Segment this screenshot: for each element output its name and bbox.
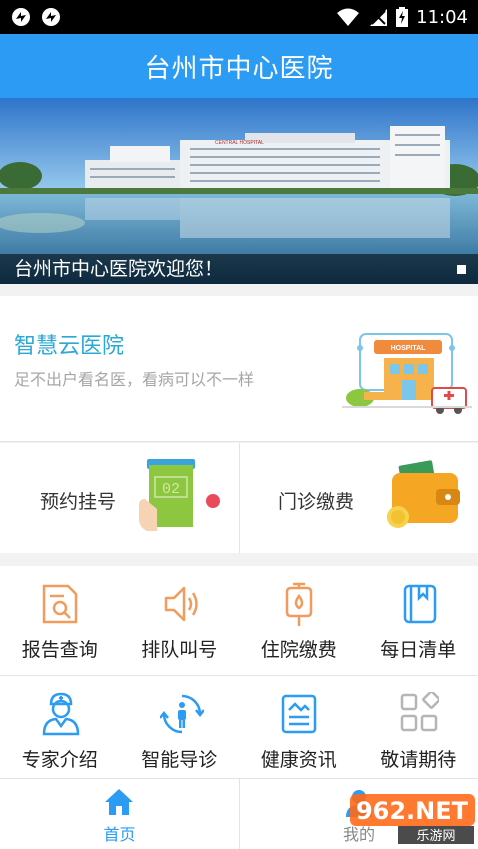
quick-actions: 预约挂号 02 门诊缴费	[0, 443, 478, 553]
service-label: 专家介绍	[21, 749, 98, 771]
status-time: 11:04	[416, 6, 468, 28]
sync-icon-2	[42, 8, 60, 26]
quick-action-payment[interactable]: 门诊缴费	[239, 443, 478, 553]
doctor-icon	[42, 692, 80, 736]
banner-caption: 台州市中心医院欢迎您！	[0, 254, 478, 284]
service-daily-list[interactable]: 每日清单	[359, 566, 478, 675]
speaker-icon	[164, 586, 198, 622]
registration-label: 预约挂号	[40, 491, 117, 513]
quick-action-registration[interactable]: 预约挂号 02	[0, 443, 239, 553]
service-grid: 报告查询 排队叫号 住院缴费 每日清单 专家介绍 智能导诊 健康资讯 敬请期待	[0, 566, 478, 786]
service-label: 排队叫号	[141, 639, 218, 661]
svg-text:962.NET: 962.NET	[356, 797, 469, 825]
banner-carousel[interactable]: CENTRAL HOSPITAL 台州市中心医院欢迎您！	[0, 98, 478, 284]
svg-text:02: 02	[162, 481, 180, 498]
service-label: 健康资讯	[260, 749, 337, 771]
guide-icon	[159, 694, 204, 734]
service-coming-soon[interactable]: 敬请期待	[359, 676, 478, 786]
service-inpatient-payment[interactable]: 住院缴费	[239, 566, 359, 675]
hospital-illustration-icon: HOSPITAL	[342, 333, 472, 414]
svg-text:乐游网: 乐游网	[416, 829, 455, 844]
status-bar: 11:04	[0, 0, 478, 34]
carousel-indicator	[457, 265, 466, 274]
tab-home[interactable]: 首页	[0, 779, 239, 849]
smart-hospital-title: 智慧云医院	[14, 334, 125, 359]
page-title: 台州市中心医院	[0, 34, 478, 98]
service-report-query[interactable]: 报告查询	[0, 566, 120, 675]
service-expert-intro[interactable]: 专家介绍	[0, 676, 120, 786]
wallet-icon	[387, 460, 460, 528]
signal-icon	[370, 9, 388, 26]
smart-hospital-card[interactable]: 智慧云医院 足不出户看名医，看病可以不一样 HOSPITAL	[0, 296, 478, 442]
service-health-news[interactable]: 健康资讯	[239, 676, 359, 786]
home-icon	[105, 789, 133, 815]
smart-hospital-subtitle: 足不出户看名医，看病可以不一样	[14, 370, 255, 389]
report-search-icon	[42, 584, 78, 624]
service-label: 智能导诊	[141, 749, 218, 771]
svg-text:CENTRAL HOSPITAL: CENTRAL HOSPITAL	[215, 140, 264, 146]
battery-icon	[396, 7, 409, 27]
service-smart-guide[interactable]: 智能导诊	[120, 676, 240, 786]
tab-home-label: 首页	[103, 825, 136, 844]
service-label: 每日清单	[380, 639, 457, 661]
watermark-logo: 962.NET 乐游网	[350, 794, 475, 844]
payment-label: 门诊缴费	[278, 491, 355, 513]
service-queue-call[interactable]: 排队叫号	[120, 566, 240, 675]
svg-text:HOSPITAL: HOSPITAL	[391, 345, 427, 352]
service-label: 敬请期待	[380, 749, 457, 771]
registration-card-icon: 02	[139, 459, 220, 531]
service-label: 住院缴费	[260, 639, 337, 661]
grid-shapes-icon	[400, 692, 439, 732]
news-icon	[281, 694, 317, 734]
notebook-icon	[403, 584, 436, 624]
sync-icon	[12, 8, 30, 26]
iv-drip-icon	[285, 582, 313, 626]
wifi-icon	[337, 8, 360, 26]
service-label: 报告查询	[21, 639, 98, 661]
